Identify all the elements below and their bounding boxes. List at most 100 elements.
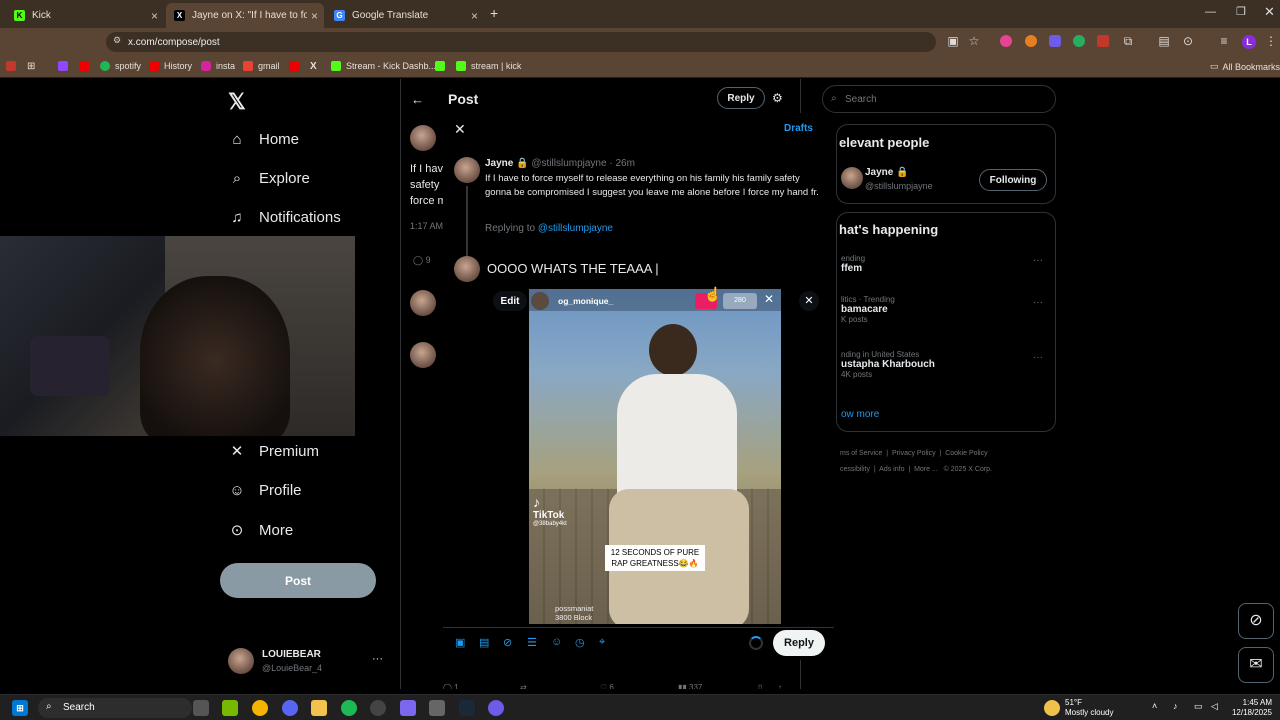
more-dots-icon[interactable]: ··· (1033, 352, 1043, 363)
settings-icon[interactable] (429, 700, 445, 716)
bookmark-star-icon[interactable]: ☆ (967, 34, 981, 48)
reply-header-button[interactable]: Reply (717, 87, 765, 109)
extension-icon[interactable] (1025, 35, 1037, 47)
extensions-puzzle-icon[interactable]: ⧉ (1121, 34, 1135, 48)
more-dots-icon[interactable]: ··· (372, 653, 383, 665)
search-input[interactable]: ⌕ Search (822, 85, 1056, 113)
following-button[interactable]: Following (979, 169, 1047, 191)
bookmark-insta[interactable]: insta (201, 61, 235, 71)
adjust-icon[interactable]: ⚙ (772, 91, 783, 105)
poll-icon[interactable]: ☰ (527, 636, 537, 649)
menu-kebab-icon[interactable]: ⋮ (1264, 34, 1278, 48)
image-icon[interactable]: ▣ (455, 636, 465, 649)
bookmark-icon[interactable]: ▯ (758, 683, 762, 689)
bookmark-stream-dashboard[interactable]: Stream - Kick Dashb... (331, 61, 436, 71)
bookmark-kick[interactable] (435, 61, 450, 71)
more-dots-icon[interactable]: ··· (1033, 255, 1043, 266)
extension-icon[interactable] (1000, 35, 1012, 47)
tray-chevron-icon[interactable]: ˄ (1152, 701, 1157, 711)
bookmark-history[interactable]: History (149, 61, 192, 71)
footer-link[interactable]: More ... (914, 466, 938, 473)
clock[interactable]: 1:45 AM 12/18/2025 (1226, 698, 1272, 718)
post-button[interactable]: Post (220, 563, 376, 598)
cast-icon[interactable]: ▣ (946, 34, 960, 48)
reply-action[interactable]: ◯ 1 (443, 683, 459, 689)
gif-icon[interactable]: ▤ (479, 636, 489, 649)
footer-link[interactable]: Cookie Policy (945, 450, 987, 457)
sidebar-item-home[interactable]: ⌂ Home (228, 130, 299, 148)
video-attachment[interactable]: og_monique_ 280 ✕ ♪ TikTok @38baby4kt 12… (529, 289, 781, 624)
all-bookmarks[interactable]: ▭ All Bookmarks (1210, 61, 1280, 72)
reply-count[interactable]: ◯ 9 (413, 255, 431, 266)
address-bar[interactable]: ⚙ x.com/compose/post (106, 32, 936, 52)
extension-icon[interactable] (1097, 35, 1109, 47)
taskbar-search[interactable]: ⌕ Search (38, 698, 192, 718)
back-arrow-icon[interactable]: ← (411, 92, 424, 107)
sidebar-item-profile[interactable]: ☺ Profile (228, 481, 301, 499)
spotify-icon[interactable] (341, 700, 357, 716)
avatar[interactable] (410, 125, 436, 151)
drafts-button[interactable]: Drafts (784, 123, 813, 134)
avatar[interactable] (454, 157, 480, 183)
close-icon[interactable]: ✕ (454, 121, 466, 138)
sidebar-item-explore[interactable]: ⌕ Explore (228, 169, 310, 187)
avatar[interactable] (228, 648, 254, 674)
game-icon[interactable] (400, 700, 416, 716)
close-icon[interactable]: × (311, 9, 318, 23)
minimize-button[interactable]: — (1205, 6, 1216, 18)
views-action[interactable]: ▮▮ 337 (678, 683, 702, 689)
avatar[interactable] (410, 290, 436, 316)
obs-icon[interactable] (370, 700, 386, 716)
bookmark-gmail[interactable]: gmail (243, 61, 280, 71)
site-info-icon[interactable]: ⚙ (113, 35, 121, 46)
tab-kick[interactable]: K Kick × (6, 3, 164, 28)
sidebar-item-notifications[interactable]: ♫ Notifications (228, 208, 340, 226)
network-icon[interactable]: ▭ (1194, 701, 1203, 712)
profile-avatar-icon[interactable]: L (1242, 35, 1256, 49)
trend-item[interactable]: ending ffem (841, 254, 865, 274)
x-logo-icon[interactable]: 𝕏 (228, 89, 246, 115)
trend-item[interactable]: nding in United States ustapha Kharbouch… (841, 350, 935, 379)
close-icon[interactable]: × (151, 9, 158, 23)
tab-search-icon[interactable]: ⊙ (1181, 34, 1195, 48)
footer-link[interactable]: Privacy Policy (892, 450, 936, 457)
footer-link[interactable]: ms of Service (840, 450, 882, 457)
more-dots-icon[interactable]: ··· (1033, 297, 1043, 308)
microphone-icon[interactable]: ♪ (1173, 701, 1178, 711)
close-icon[interactable]: × (471, 9, 478, 23)
media-icon[interactable]: ≡ (1217, 34, 1231, 48)
emoji-icon[interactable]: ☺ (551, 636, 562, 648)
tab-translate[interactable]: G Google Translate × (326, 3, 484, 28)
repost-icon[interactable]: ⇄ (520, 683, 527, 689)
close-icon[interactable]: ✕ (764, 292, 774, 306)
new-tab-button[interactable]: + (490, 5, 498, 21)
bookmark-spotify[interactable]: spotify (100, 61, 141, 71)
bookmark-x[interactable]: X (310, 61, 317, 72)
bookmark-youtube[interactable] (79, 61, 94, 71)
extension-icon[interactable] (1073, 35, 1085, 47)
avatar[interactable] (410, 342, 436, 368)
file-explorer-icon[interactable] (311, 700, 327, 716)
grok-compose-icon[interactable]: ⊘ (503, 636, 512, 649)
reply-submit-button[interactable]: Reply (773, 630, 825, 656)
grok-icon[interactable]: ⊘ (1238, 603, 1274, 639)
messages-icon[interactable]: ✉ (1238, 647, 1274, 683)
close-window-button[interactable]: ✕ (1264, 4, 1275, 20)
remove-media-button[interactable]: ✕ (799, 291, 819, 311)
weather-widget[interactable]: 51°F Mostly cloudy (1065, 698, 1113, 718)
location-icon[interactable]: ⌖ (599, 636, 605, 649)
maximize-button[interactable]: ❐ (1236, 5, 1246, 18)
task-view-icon[interactable] (193, 700, 209, 716)
steam-icon[interactable] (459, 700, 475, 716)
bookmark-twitch[interactable] (58, 61, 73, 71)
bookmark-stream-kick[interactable]: stream | kick (456, 61, 521, 71)
footer-link[interactable]: cessibility (840, 466, 870, 473)
twitch-icon[interactable] (1049, 35, 1061, 47)
like-action[interactable]: ♡ 6 (600, 683, 614, 689)
compose-input[interactable]: OOOO WHATS THE TEAAA | (487, 261, 659, 276)
app-icon[interactable] (488, 700, 504, 716)
chrome-icon[interactable] (252, 700, 268, 716)
nvidia-icon[interactable] (222, 700, 238, 716)
sidebar-item-premium[interactable]: ✕ Premium (228, 442, 319, 461)
replying-handle[interactable]: @stillslumpjayne (538, 223, 613, 234)
